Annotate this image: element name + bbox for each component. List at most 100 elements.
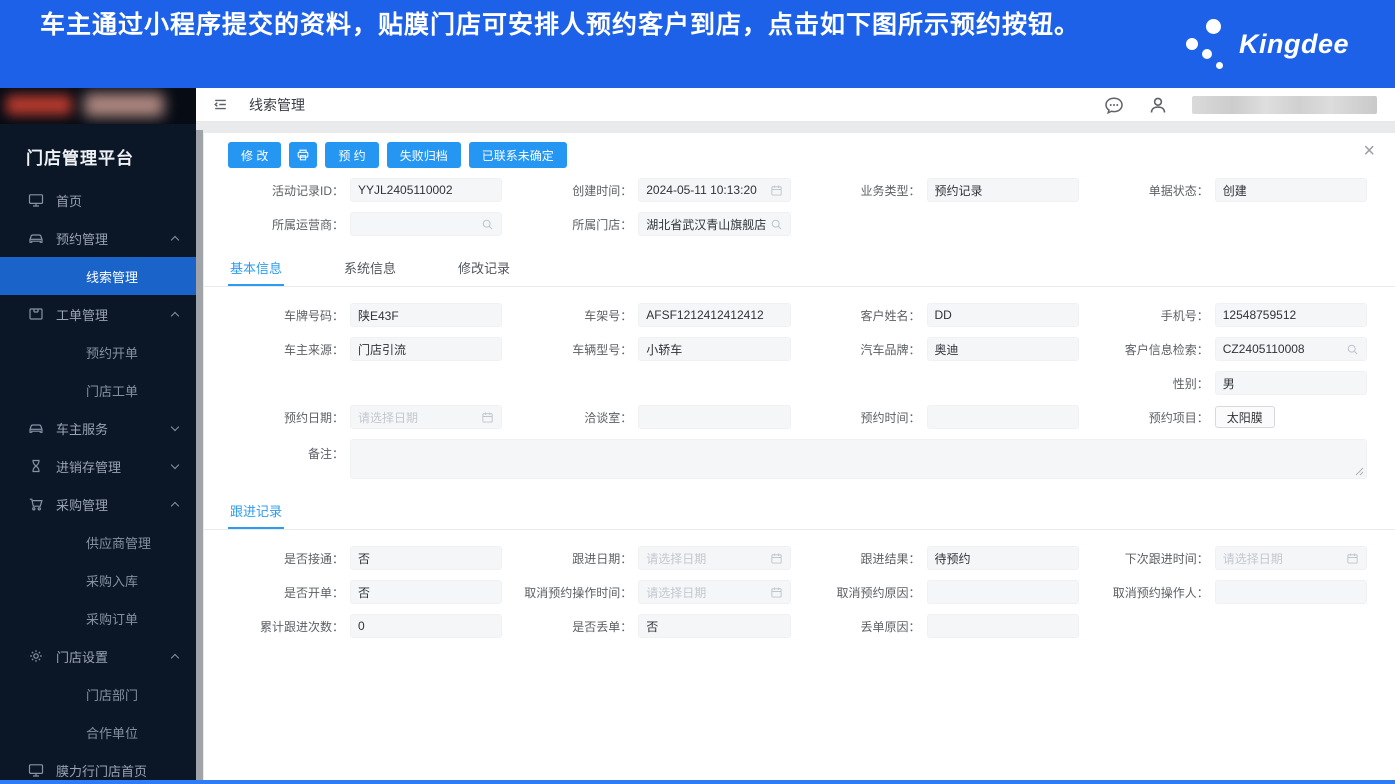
resize-handle-icon[interactable]	[1355, 467, 1364, 476]
sidebar-item-store-settings[interactable]: 门店设置	[0, 637, 196, 675]
sidebar-item-partner-unit[interactable]: 合作单位	[0, 713, 196, 751]
sidebar-item-home[interactable]: 首页	[0, 181, 196, 219]
sidebar-item-store-department[interactable]: 门店部门	[0, 675, 196, 713]
field-label: 取消预约操作时间：	[524, 585, 633, 600]
search-icon	[770, 218, 783, 231]
field-appt-item: 预约项目： 太阳膜	[1091, 405, 1367, 429]
field-label: 所属运营商：	[271, 217, 344, 232]
create-time-input[interactable]: 2024-05-11 10:13:20	[638, 178, 791, 202]
car-icon	[28, 420, 44, 436]
field-label: 活动记录ID：	[271, 183, 344, 198]
follow-date-input[interactable]: 请选择日期	[638, 546, 791, 570]
owner-source-input[interactable]: 门店引流	[350, 337, 503, 361]
sidebar-item-workorder-mgmt[interactable]: 工单管理	[0, 295, 196, 333]
lost-input[interactable]: 否	[638, 614, 791, 638]
operator-input[interactable]	[350, 212, 503, 236]
appt-date-input[interactable]: 请选择日期	[350, 405, 503, 429]
field-doc-status: 单据状态： 创建	[1091, 178, 1367, 202]
cancel-reason-input[interactable]	[926, 580, 1079, 604]
follow-count-input[interactable]: 0	[350, 614, 503, 638]
basic-row-4: 预约日期： 请选择日期 洽谈室： 预约时间： 预约项目： 太阳膜	[204, 405, 1395, 429]
phone-input[interactable]: 12548759512	[1214, 303, 1367, 327]
field-label: 备注：	[307, 447, 344, 461]
fail-archive-button[interactable]: 失败归档	[386, 142, 461, 168]
sidebar-item-store-workorder[interactable]: 门店工单	[0, 371, 196, 409]
connected-input[interactable]: 否	[350, 546, 503, 570]
appt-item-tag[interactable]: 太阳膜	[1214, 406, 1275, 428]
next-follow-time-input[interactable]: 请选择日期	[1214, 546, 1367, 570]
biz-type-input[interactable]: 预约记录	[926, 178, 1079, 202]
sidebar-item-purchase-inbound[interactable]: 采购入库	[0, 561, 196, 599]
follow-result-input[interactable]: 待预约	[926, 546, 1079, 570]
user-icon[interactable]	[1148, 95, 1168, 115]
tab-basic-info[interactable]: 基本信息	[228, 249, 285, 286]
record-row-2: 所属运营商： 所属门店： 湖北省武汉青山旗舰店	[204, 212, 1395, 236]
activity-id-input[interactable]: YYJL2405110002	[350, 178, 503, 202]
sidebar-nav: 首页 预约管理 线索管理 工单管理 预约开单 门店工单 车主服务 进销存管理 采…	[0, 181, 196, 780]
field-follow-count: 累计跟进次数： 0	[226, 614, 503, 638]
topbar: 线索管理	[196, 88, 1395, 122]
appt-time-input[interactable]	[926, 405, 1079, 429]
message-icon[interactable]	[1104, 95, 1124, 115]
followup-row-2: 是否开单： 否 取消预约操作时间： 请选择日期 取消预约原因： 取消预约操作人：	[204, 580, 1395, 604]
plate-number-input[interactable]: 陕E43F	[350, 303, 503, 327]
contacted-unconfirmed-button[interactable]: 已联系未确定	[468, 142, 567, 168]
printer-icon	[296, 148, 310, 162]
sidebar-item-purchase-order[interactable]: 采购订单	[0, 599, 196, 637]
sidebar-item-purchase-mgmt[interactable]: 采购管理	[0, 485, 196, 523]
sidebar-item-moli-store-home[interactable]: 膜力行门店首页	[0, 751, 196, 780]
remark-textarea[interactable]	[350, 439, 1367, 479]
content-gap	[196, 122, 1395, 133]
lost-reason-input[interactable]	[926, 614, 1079, 638]
user-name-redacted[interactable]	[1192, 95, 1377, 114]
sidebar-logo-redacted	[0, 88, 196, 124]
tab-system-info[interactable]: 系统信息	[342, 249, 398, 286]
field-label: 取消预约原因：	[836, 585, 921, 600]
reserve-button[interactable]: 预 约	[325, 142, 379, 168]
field-vin: 车架号： AFSF1212412412412	[514, 303, 791, 327]
sidebar-item-appointment-mgmt[interactable]: 预约管理	[0, 219, 196, 257]
field-lost: 是否丢单： 否	[514, 614, 791, 638]
gear-icon	[28, 648, 44, 664]
gender-input[interactable]: 男	[1214, 371, 1367, 395]
sidebar-item-lead-mgmt[interactable]: 线索管理	[0, 257, 196, 295]
calendar-icon	[770, 184, 783, 197]
field-label: 业务类型：	[860, 183, 921, 198]
sidebar: 门店管理平台 首页 预约管理 线索管理 工单管理 预约开单 门店工单 车主服务 …	[0, 88, 196, 780]
customer-search-input[interactable]: CZ2405110008	[1214, 337, 1367, 361]
field-label: 预约时间：	[860, 410, 921, 425]
field-create-time: 创建时间： 2024-05-11 10:13:20	[514, 178, 791, 202]
store-input[interactable]: 湖北省武汉青山旗舰店	[638, 212, 791, 236]
sidebar-item-supplier-mgmt[interactable]: 供应商管理	[0, 523, 196, 561]
calendar-icon	[481, 411, 494, 424]
sidebar-item-inventory-mgmt[interactable]: 进销存管理	[0, 447, 196, 485]
meeting-room-input[interactable]	[638, 405, 791, 429]
field-cancel-reason: 取消预约原因：	[803, 580, 1079, 604]
cancel-operator-input[interactable]	[1214, 580, 1367, 604]
field-car-brand: 汽车品牌： 奥迪	[803, 337, 1079, 361]
doc-status-input[interactable]: 创建	[1214, 178, 1367, 202]
tab-followup-record[interactable]: 跟进记录	[228, 492, 285, 529]
car-brand-input[interactable]: 奥迪	[926, 337, 1079, 361]
sidebar-scrollbar[interactable]	[196, 130, 203, 780]
field-owner-source: 车主来源： 门店引流	[226, 337, 503, 361]
cancel-op-time-input[interactable]: 请选择日期	[638, 580, 791, 604]
vin-input[interactable]: AFSF1212412412412	[638, 303, 791, 327]
field-label: 车主来源：	[283, 342, 344, 357]
field-label: 是否接通：	[283, 551, 344, 566]
modify-button[interactable]: 修 改	[228, 142, 282, 168]
close-icon[interactable]: ×	[1363, 141, 1375, 161]
menu-fold-icon[interactable]	[212, 96, 229, 113]
field-connected: 是否接通： 否	[226, 546, 503, 570]
billed-input[interactable]: 否	[350, 580, 503, 604]
sidebar-item-appointment-billing[interactable]: 预约开单	[0, 333, 196, 371]
customer-name-input[interactable]: DD	[926, 303, 1079, 327]
tab-modify-log[interactable]: 修改记录	[456, 249, 512, 286]
vehicle-model-input[interactable]: 小轿车	[638, 337, 791, 361]
print-button[interactable]	[289, 142, 318, 168]
detail-tabs: 基本信息 系统信息 修改记录	[204, 249, 1395, 287]
chevron-down-icon	[170, 460, 180, 469]
field-gender: 性别： 男	[1091, 371, 1367, 395]
sidebar-item-owner-service[interactable]: 车主服务	[0, 409, 196, 447]
field-vehicle-model: 车辆型号： 小轿车	[514, 337, 791, 361]
